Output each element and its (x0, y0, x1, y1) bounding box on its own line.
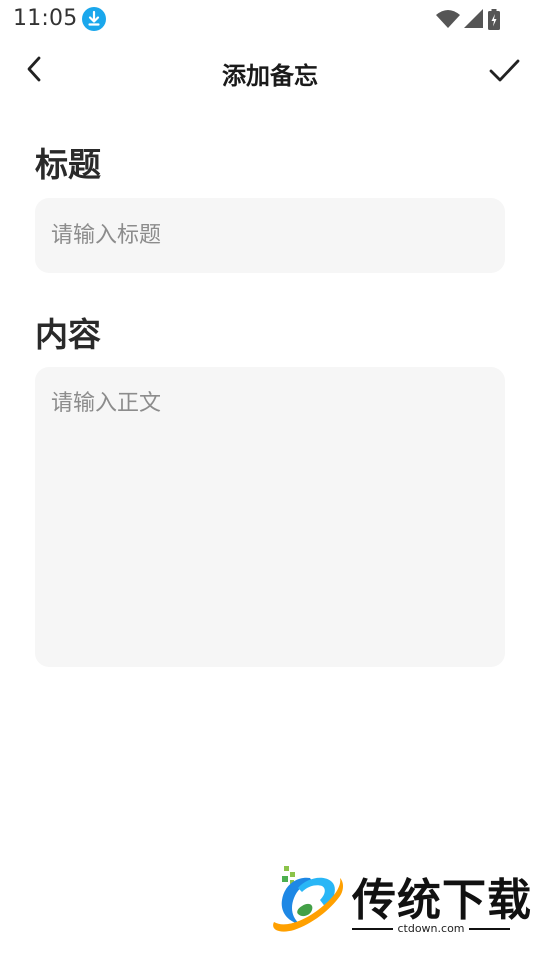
watermark-url: ctdown.com (397, 922, 465, 935)
battery-charging-icon (488, 8, 500, 30)
status-indicators (436, 8, 500, 30)
title-bar: 添加备忘 (0, 38, 540, 102)
divider (468, 927, 510, 930)
confirm-button[interactable] (486, 52, 522, 88)
status-bar: 11:05 (0, 0, 540, 38)
page-title: 添加备忘 (222, 62, 318, 90)
divider (352, 927, 394, 930)
signal-icon (464, 9, 484, 29)
wifi-icon (436, 9, 460, 29)
title-label: 标题 (35, 145, 101, 184)
title-input[interactable] (35, 198, 505, 273)
download-icon (82, 7, 106, 31)
watermark-brand-text: 传统下载 (352, 875, 532, 926)
watermark-url-row: ctdown.com (352, 922, 510, 935)
content-input[interactable] (35, 367, 505, 667)
status-time: 11:05 (13, 6, 78, 31)
watermark: 传统下载 ctdown.com (268, 862, 531, 940)
content-label: 内容 (35, 315, 101, 354)
brand-logo-icon (273, 866, 343, 932)
checkmark-icon (489, 59, 520, 82)
